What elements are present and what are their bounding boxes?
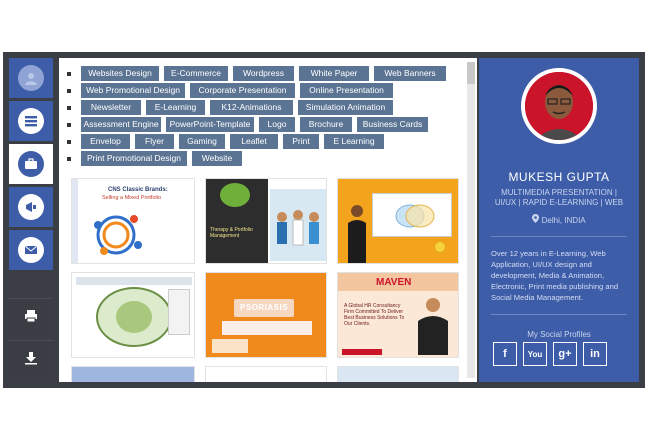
profile-location: Delhi, INDIA bbox=[479, 214, 639, 225]
print-icon bbox=[24, 309, 38, 328]
download-button[interactable] bbox=[9, 340, 53, 380]
nav-resume-button[interactable] bbox=[9, 101, 53, 141]
portfolio-thumb-partial[interactable] bbox=[205, 366, 327, 382]
thumb-title: CNS Classic Brands: bbox=[108, 187, 168, 193]
portfolio-thumb-maven[interactable]: MAVEN A Global HR Consultancy Firm Commi… bbox=[337, 272, 459, 358]
tag-row: Newsletter E-Learning K12-Animations Sim… bbox=[67, 100, 459, 117]
tag-website[interactable]: Website bbox=[192, 151, 242, 166]
thumb-title: PSORIASIS bbox=[240, 303, 289, 312]
left-sidebar bbox=[9, 58, 53, 382]
tag-k12-animations[interactable]: K12-Animations bbox=[210, 100, 293, 115]
bullet bbox=[67, 89, 71, 93]
tag-row: Print Promotional Design Website bbox=[67, 151, 459, 168]
bullet bbox=[67, 140, 71, 144]
tag-assessment-engine[interactable]: Assessment Engine bbox=[81, 117, 161, 132]
nav-portfolio-button[interactable] bbox=[9, 144, 53, 184]
portfolio-thumb-partial[interactable] bbox=[337, 366, 459, 382]
scrollbar-thumb[interactable] bbox=[467, 62, 475, 84]
tag-print[interactable]: Print bbox=[283, 134, 319, 149]
tag-flyer[interactable]: Flyer bbox=[135, 134, 174, 149]
tag-wordpress[interactable]: Wordpress bbox=[233, 66, 294, 81]
portfolio-thumb-psoriasis[interactable]: PSORIASIS bbox=[205, 272, 327, 358]
portfolio-main: Websites Design E-Commerce Wordpress Whi… bbox=[59, 58, 477, 382]
profile-panel: MUKESH GUPTA MULTIMEDIA PRESENTATION | U… bbox=[479, 58, 639, 382]
download-icon bbox=[24, 351, 38, 370]
divider bbox=[491, 314, 627, 315]
tag-envelop[interactable]: Envelop bbox=[81, 134, 130, 149]
tag-e-learning-2[interactable]: E Learning bbox=[324, 134, 384, 149]
bullet bbox=[67, 123, 71, 127]
envelope-icon bbox=[18, 237, 44, 263]
nav-contact-button[interactable] bbox=[9, 230, 53, 270]
linkedin-icon: in bbox=[590, 348, 600, 360]
tag-row: Envelop Flyer Gaming Leaflet Print E Lea… bbox=[67, 134, 459, 151]
profile-title: MULTIMEDIA PRESENTATION | UI/UX | RAPID … bbox=[494, 188, 624, 207]
social-profiles-title: My Social Profiles bbox=[527, 330, 591, 339]
tag-brochure[interactable]: Brochure bbox=[300, 117, 352, 132]
divider bbox=[491, 236, 627, 237]
tag-e-commerce[interactable]: E-Commerce bbox=[164, 66, 228, 81]
youtube-icon: You bbox=[527, 349, 543, 359]
tag-print-promotional-design[interactable]: Print Promotional Design bbox=[81, 151, 187, 166]
tag-e-learning[interactable]: E-Learning bbox=[146, 100, 205, 115]
facebook-icon: f bbox=[503, 348, 507, 360]
tag-row: Web Promotional Design Corporate Present… bbox=[67, 83, 459, 100]
tag-websites-design[interactable]: Websites Design bbox=[81, 66, 159, 81]
tag-web-banners[interactable]: Web Banners bbox=[374, 66, 446, 81]
thumb-title: Therapy & Portfolio Management bbox=[210, 227, 253, 239]
nav-profile-button[interactable] bbox=[9, 58, 53, 98]
profile-location-text: Delhi, INDIA bbox=[541, 216, 586, 225]
tag-business-cards[interactable]: Business Cards bbox=[357, 117, 428, 132]
list-icon bbox=[18, 108, 44, 134]
portfolio-thumb-therapy[interactable]: Therapy & Portfolio Management bbox=[205, 178, 327, 264]
google-plus-button[interactable]: g+ bbox=[553, 342, 577, 366]
maven-logo: MAVEN bbox=[376, 277, 412, 288]
print-button[interactable] bbox=[9, 298, 53, 338]
location-pin-icon bbox=[532, 214, 541, 225]
google-plus-icon: g+ bbox=[558, 348, 572, 360]
portfolio-frame: Websites Design E-Commerce Wordpress Whi… bbox=[3, 52, 645, 388]
tag-online-presentation[interactable]: Online Presentation bbox=[300, 83, 393, 98]
bullet bbox=[67, 157, 71, 161]
tag-corporate-presentation[interactable]: Corporate Presentation bbox=[190, 83, 295, 98]
tag-simulation-animation[interactable]: Simulation Animation bbox=[298, 100, 393, 115]
portfolio-thumb-cns[interactable]: CNS Classic Brands: Selling a Mixed Port… bbox=[71, 178, 195, 264]
tag-newsletter[interactable]: Newsletter bbox=[81, 100, 141, 115]
facebook-button[interactable]: f bbox=[493, 342, 517, 366]
tag-leaflet[interactable]: Leaflet bbox=[230, 134, 278, 149]
tag-gaming[interactable]: Gaming bbox=[179, 134, 225, 149]
bullet bbox=[67, 106, 71, 110]
tag-logo[interactable]: Logo bbox=[259, 117, 295, 132]
user-icon bbox=[18, 65, 44, 91]
youtube-button[interactable]: You bbox=[523, 342, 547, 366]
linkedin-button[interactable]: in bbox=[583, 342, 607, 366]
tag-row: Assessment Engine PowerPoint-Template Lo… bbox=[67, 117, 459, 134]
avatar-ring bbox=[521, 68, 597, 144]
tag-row: Websites Design E-Commerce Wordpress Whi… bbox=[67, 66, 459, 83]
avatar bbox=[525, 72, 593, 140]
megaphone-icon bbox=[18, 194, 44, 220]
bullet bbox=[67, 72, 71, 76]
portfolio-thumb-partial[interactable] bbox=[71, 366, 195, 382]
profile-bio: Over 12 years in E-Learning, Web Applica… bbox=[491, 249, 619, 302]
thumb-subtitle: Selling a Mixed Portfolio bbox=[102, 195, 162, 201]
tag-powerpoint-template[interactable]: PowerPoint-Template bbox=[166, 117, 254, 132]
briefcase-icon bbox=[18, 151, 44, 177]
profile-name: MUKESH GUPTA bbox=[508, 170, 610, 184]
tag-web-promotional-design[interactable]: Web Promotional Design bbox=[81, 83, 185, 98]
tag-white-paper[interactable]: White Paper bbox=[299, 66, 369, 81]
scrollbar-track[interactable] bbox=[467, 62, 475, 378]
thumb-text: A Global HR Consultancy Firm Committed T… bbox=[344, 303, 405, 327]
nav-blog-button[interactable] bbox=[9, 187, 53, 227]
portfolio-thumb-presenter[interactable] bbox=[337, 178, 459, 264]
portfolio-thumb-flash[interactable] bbox=[71, 272, 195, 358]
